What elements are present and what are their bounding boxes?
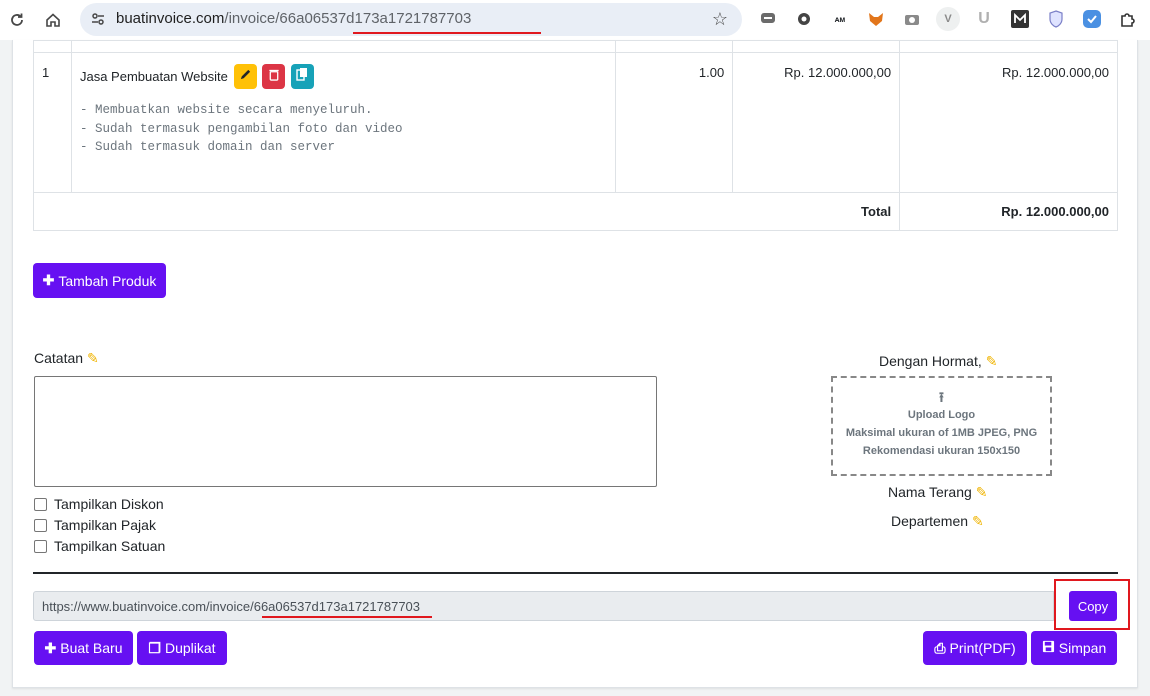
notes-textarea[interactable] bbox=[34, 376, 657, 487]
floppy-icon bbox=[1042, 640, 1055, 656]
checkbox-box[interactable] bbox=[34, 497, 47, 511]
u-icon[interactable]: U bbox=[974, 9, 994, 29]
notes-label: Catatan bbox=[34, 350, 84, 366]
url-annotation-underline bbox=[262, 616, 432, 618]
add-product-button[interactable]: ✚ Tambah Produk bbox=[33, 263, 166, 298]
shield-icon[interactable] bbox=[1046, 9, 1066, 29]
address-bar[interactable]: buatinvoice.com/invoice/66a06537d173a172… bbox=[80, 3, 742, 36]
url-annotation-underline bbox=[353, 32, 541, 34]
puzzle-icon[interactable] bbox=[1118, 9, 1138, 29]
plus-icon: ✚ bbox=[44, 639, 57, 656]
name-label: Nama Terang bbox=[888, 484, 972, 500]
table-header-row bbox=[33, 40, 1118, 53]
show-tax-checkbox[interactable]: Tampilkan Pajak bbox=[34, 517, 156, 533]
duplicate-label: Duplikat bbox=[164, 640, 216, 656]
reload-icon[interactable] bbox=[5, 8, 29, 32]
total-label: Total bbox=[32, 192, 901, 231]
item-detail-line: - Sudah termasuk pengambilan foto dan vi… bbox=[79, 121, 403, 136]
edit-name-icon[interactable]: ✎ bbox=[976, 484, 988, 500]
edit-item-button[interactable] bbox=[233, 64, 257, 89]
item-detail-line: - Membuatkan website secara menyeluruh. bbox=[79, 103, 373, 117]
notes-label-group: Catatan ✎ bbox=[34, 350, 99, 367]
save-button[interactable]: Simpan bbox=[1031, 631, 1117, 665]
camera-icon[interactable] bbox=[902, 9, 922, 29]
item-description-cell: Jasa Pembuatan Website - Membuatkan webs… bbox=[70, 52, 617, 193]
table-row: 1 Jasa Pembuatan Website - Membuatkan we… bbox=[33, 52, 1118, 193]
trash-icon bbox=[268, 69, 279, 81]
m-icon[interactable] bbox=[1010, 9, 1030, 29]
upload-title: Upload Logo bbox=[907, 409, 976, 421]
upload-logo-dropzone[interactable]: ⭱ Upload Logo Maksimal ukuran of 1MB JPE… bbox=[831, 376, 1052, 476]
pencil-icon bbox=[240, 69, 250, 80]
url-text[interactable]: buatinvoice.com/invoice/66a06537d173a172… bbox=[116, 10, 471, 27]
fox-icon[interactable] bbox=[866, 9, 886, 29]
item-name: Jasa Pembuatan Website bbox=[79, 69, 228, 84]
home-icon[interactable] bbox=[41, 8, 65, 32]
checkbox-label: Tampilkan Satuan bbox=[54, 538, 166, 554]
check-icon[interactable] bbox=[1082, 9, 1102, 29]
add-product-label: Tambah Produk bbox=[58, 272, 157, 289]
edit-greeting-icon[interactable]: ✎ bbox=[986, 353, 998, 369]
v-icon[interactable]: V bbox=[936, 7, 960, 31]
print-label: Print(PDF) bbox=[949, 640, 1016, 656]
printer-icon: ⎙ bbox=[934, 639, 946, 656]
print-pdf-button[interactable]: ⎙ Print(PDF) bbox=[923, 631, 1027, 665]
edit-note-icon[interactable]: ✎ bbox=[87, 350, 99, 366]
delete-item-button[interactable] bbox=[262, 64, 286, 89]
chat-icon[interactable] bbox=[758, 9, 778, 29]
share-url-prefix: https://www.buatinvoice.com/invoice/ bbox=[42, 599, 254, 614]
upload-hint: Rekomendasi ukuran 150x150 bbox=[862, 445, 1021, 457]
name-group: Nama Terang ✎ bbox=[888, 484, 988, 501]
copy-annotation-box bbox=[1054, 579, 1130, 630]
item-quantity: 1.00 bbox=[615, 52, 734, 193]
bookmark-star-icon[interactable]: ☆ bbox=[712, 9, 728, 30]
site-settings-icon[interactable] bbox=[88, 9, 108, 29]
checkbox-label: Tampilkan Diskon bbox=[54, 496, 164, 512]
item-details: - Membuatkan website secara menyeluruh. … bbox=[80, 101, 607, 157]
upload-icon: ⭱ bbox=[939, 389, 944, 405]
share-url-id: 66a06537d173a1721787703 bbox=[253, 599, 421, 614]
invoice-page: 1 Jasa Pembuatan Website - Membuatkan we… bbox=[12, 40, 1138, 688]
upload-hint: Maksimal ukuran of 1MB JPEG, PNG bbox=[845, 427, 1038, 439]
gear-icon[interactable] bbox=[794, 9, 814, 29]
copy-icon: ❐ bbox=[148, 639, 161, 656]
department-label: Departemen bbox=[891, 513, 969, 529]
checkbox-label: Tampilkan Pajak bbox=[54, 517, 156, 533]
greeting-group: Dengan Hormat, ✎ bbox=[879, 353, 997, 370]
browser-toolbar: buatinvoice.com/invoice/66a06537d173a172… bbox=[0, 0, 1150, 40]
duplicate-invoice-button[interactable]: ❐ Duplikat bbox=[137, 631, 227, 665]
invoice-items-table: 1 Jasa Pembuatan Website - Membuatkan we… bbox=[32, 40, 1118, 231]
checkbox-box[interactable] bbox=[34, 539, 47, 553]
item-detail-line: - Sudah termasuk domain dan server bbox=[79, 140, 336, 154]
total-value: Rp. 12.000.000,00 bbox=[899, 192, 1118, 231]
new-invoice-label: Buat Baru bbox=[60, 640, 123, 656]
duplicate-item-button[interactable] bbox=[290, 64, 314, 89]
item-price: Rp. 12.000.000,00 bbox=[732, 52, 901, 193]
edit-department-icon[interactable]: ✎ bbox=[972, 513, 984, 529]
show-unit-checkbox[interactable]: Tampilkan Satuan bbox=[34, 538, 165, 554]
show-discount-checkbox[interactable]: Tampilkan Diskon bbox=[34, 496, 164, 512]
share-url-field[interactable]: https://www.buatinvoice.com/invoice/66a0… bbox=[33, 591, 1054, 621]
text-badge-icon[interactable]: ᴀᴍ bbox=[830, 9, 850, 29]
department-group: Departemen ✎ bbox=[891, 513, 984, 530]
new-invoice-button[interactable]: ✚ Buat Baru bbox=[34, 631, 133, 665]
section-divider bbox=[33, 572, 1118, 574]
plus-icon: ✚ bbox=[42, 272, 55, 288]
total-row: Total Rp. 12.000.000,00 bbox=[32, 192, 1118, 231]
greeting-text: Dengan Hormat, bbox=[879, 353, 982, 369]
copy-icon bbox=[296, 68, 308, 81]
checkbox-box[interactable] bbox=[34, 518, 47, 532]
item-amount: Rp. 12.000.000,00 bbox=[899, 52, 1118, 193]
item-number: 1 bbox=[33, 52, 72, 193]
save-label: Simpan bbox=[1058, 640, 1107, 656]
